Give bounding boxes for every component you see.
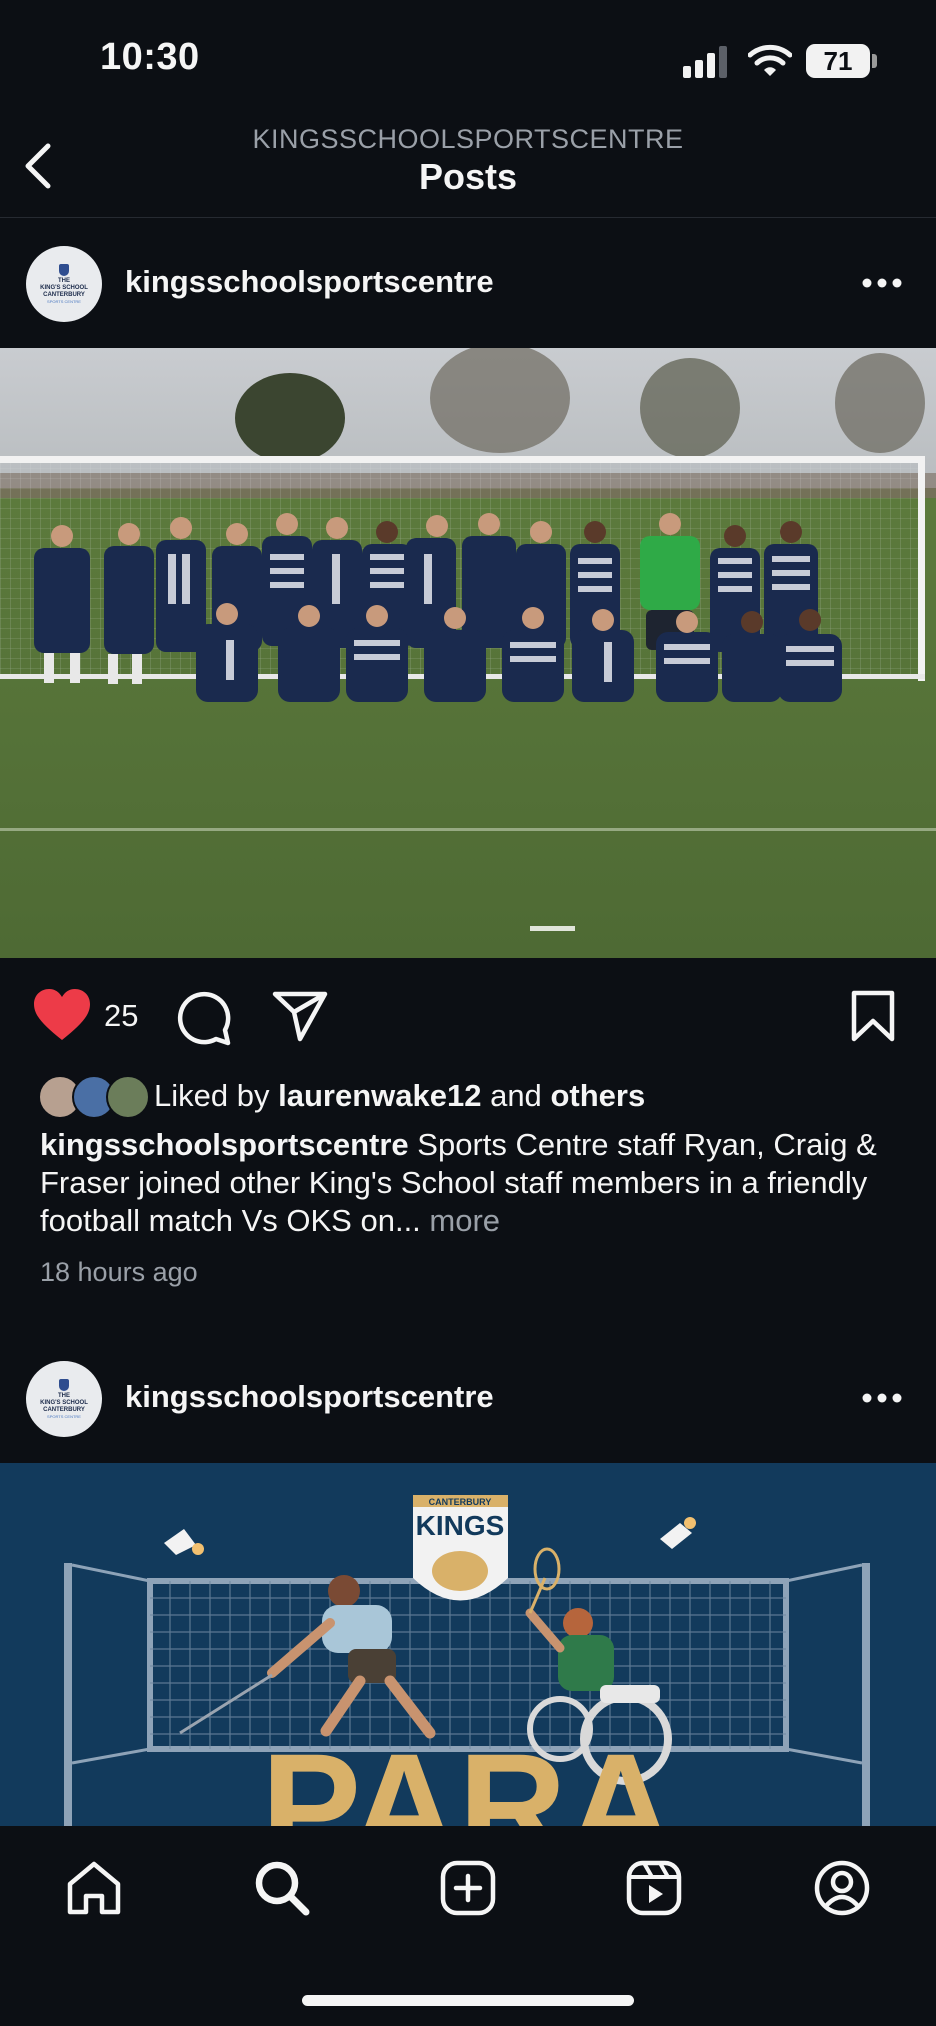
home-indicator[interactable] <box>302 1995 634 2006</box>
battery-tip <box>872 54 877 68</box>
post-username[interactable]: kingsschoolsportscentre <box>125 264 494 300</box>
liked-by-text[interactable]: Liked by laurenwake12 and others <box>154 1078 645 1114</box>
avatar-sub: SPORTS CENTRE <box>47 1414 81 1419</box>
post-caption: kingsschoolsportscentre Sports Centre st… <box>40 1126 910 1240</box>
badminton-poster: CANTERBURY KINGS PARA <box>0 1463 936 1826</box>
profile-icon[interactable] <box>812 1858 872 1918</box>
football-team-photo <box>0 348 936 958</box>
create-post-icon[interactable] <box>438 1858 498 1918</box>
post-username[interactable]: kingsschoolsportscentre <box>125 1379 494 1415</box>
status-time: 10:30 <box>100 36 200 78</box>
reels-icon[interactable] <box>624 1858 684 1918</box>
page-title: Posts <box>418 156 518 197</box>
liked-and: and <box>490 1078 542 1113</box>
header-account-name: KINGSSCHOOLSPORTSCENTRE <box>252 124 684 154</box>
home-icon[interactable] <box>64 1858 124 1918</box>
avatar-line: THE <box>58 1393 70 1399</box>
liked-others[interactable]: others <box>550 1078 645 1113</box>
avatar-line: THE <box>58 278 70 284</box>
post-avatar[interactable]: THE KING'S SCHOOL CANTERBURY SPORTS CENT… <box>26 246 102 322</box>
liked-by-avatars[interactable] <box>38 1075 150 1119</box>
caption-more-link[interactable]: more <box>429 1203 500 1238</box>
badge-small-text: CANTERBURY <box>429 1497 492 1507</box>
more-options-icon[interactable] <box>862 1391 902 1405</box>
badge-big-text: KINGS <box>416 1510 505 1541</box>
post-image-para-badminton[interactable]: CANTERBURY KINGS PARA <box>0 1463 936 1826</box>
caption-username[interactable]: kingsschoolsportscentre <box>40 1127 409 1162</box>
liked-prefix: Liked by <box>154 1078 270 1113</box>
like-count[interactable]: 25 <box>104 998 138 1034</box>
avatar-line: CANTERBURY <box>43 292 85 298</box>
wifi-icon <box>748 44 792 76</box>
liker-avatar <box>106 1075 150 1119</box>
battery-indicator: 71 <box>806 44 870 78</box>
avatar-sub: SPORTS CENTRE <box>47 299 81 304</box>
crest-icon <box>59 1379 69 1391</box>
post-avatar[interactable]: THE KING'S SCHOOL CANTERBURY SPORTS CENT… <box>26 1361 102 1437</box>
avatar-line: KING'S SCHOOL <box>40 1400 88 1406</box>
liked-user[interactable]: laurenwake12 <box>278 1078 481 1113</box>
poster-big-text: PARA <box>261 1722 675 1826</box>
cellular-signal-icon <box>683 46 727 78</box>
header-divider <box>0 217 936 218</box>
comment-icon[interactable] <box>176 990 232 1046</box>
avatar-line: CANTERBURY <box>43 1407 85 1413</box>
crest-icon <box>59 264 69 276</box>
avatar-line: KING'S SCHOOL <box>40 285 88 291</box>
search-icon[interactable] <box>252 1858 312 1918</box>
share-send-icon[interactable] <box>272 990 328 1042</box>
more-options-icon[interactable] <box>862 276 902 290</box>
post-timestamp: 18 hours ago <box>40 1257 198 1287</box>
post-image-football-team[interactable] <box>0 348 936 958</box>
bookmark-icon[interactable] <box>850 990 896 1042</box>
like-heart-icon[interactable] <box>32 988 92 1042</box>
